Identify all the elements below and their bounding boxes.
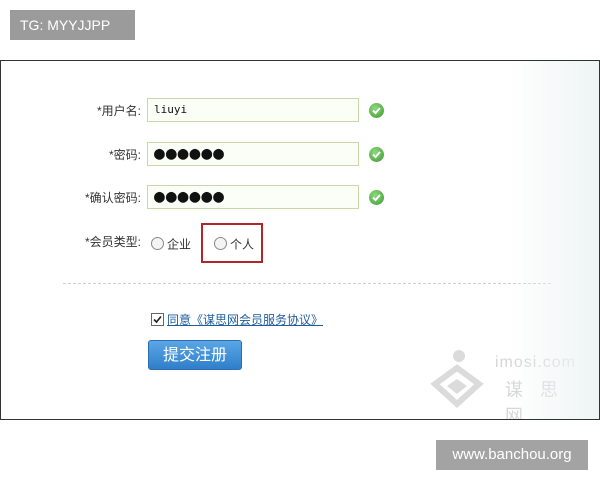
member-type-row: *会员类型: 企业 个人 <box>1 229 599 255</box>
member-type-label: *会员类型: <box>1 229 141 255</box>
bottom-watermark-tag: www.banchou.org <box>436 440 588 470</box>
username-label-text: 用户名: <box>101 104 141 118</box>
radio-option-enterprise[interactable]: 企业 <box>151 235 191 253</box>
password-label: *密码: <box>1 142 141 168</box>
confirm-password-label-text: 确认密码: <box>89 191 141 205</box>
agreement-row: 同意《谋思网会员服务协议》 <box>151 311 323 327</box>
agreement-checkbox[interactable] <box>151 313 164 327</box>
registration-form: *用户名: liuyi *密码: ●●●●●● *确认密码: ●●●●●● *会… <box>0 60 600 420</box>
radio-enterprise[interactable] <box>151 237 164 251</box>
top-watermark-tag: TG: MYYJJPP <box>10 10 135 40</box>
confirm-password-label: *确认密码: <box>1 185 141 211</box>
watermark-domain: imosi.com <box>495 354 577 371</box>
member-type-label-text: 会员类型: <box>89 235 141 249</box>
username-row: *用户名: liuyi <box>1 98 599 124</box>
password-input[interactable]: ●●●●●● <box>147 142 359 166</box>
submit-register-button[interactable]: 提交注册 <box>148 340 242 370</box>
imosi-logo-icon <box>430 350 484 409</box>
password-row: *密码: ●●●●●● <box>1 142 599 168</box>
imosi-watermark: imosi.com 谋 思 网 <box>425 346 595 419</box>
username-input[interactable]: liuyi <box>147 98 359 122</box>
radio-enterprise-label: 企业 <box>167 237 192 252</box>
confirm-password-row: *确认密码: ●●●●●● <box>1 185 599 211</box>
password-label-text: 密码: <box>113 148 141 162</box>
check-valid-icon <box>369 103 384 118</box>
watermark-name: 谋 思 网 <box>505 380 565 420</box>
agreement-link[interactable]: 同意《谋思网会员服务协议》 <box>167 313 323 327</box>
dashed-divider <box>63 283 551 284</box>
username-label: *用户名: <box>1 98 141 124</box>
confirm-password-input[interactable]: ●●●●●● <box>147 185 359 209</box>
highlight-box <box>201 223 263 263</box>
check-valid-icon <box>369 147 384 162</box>
check-valid-icon <box>369 190 384 205</box>
